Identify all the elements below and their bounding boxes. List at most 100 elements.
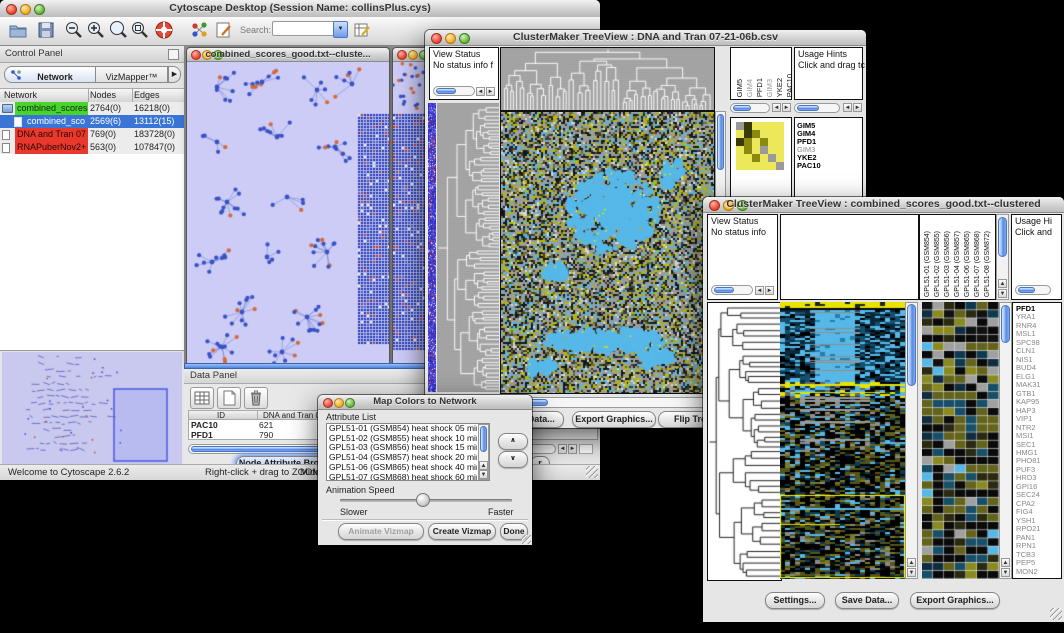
- column-label[interactable]: GPL51-08 (GSM872): [983, 231, 992, 297]
- network-canvas[interactable]: [187, 62, 389, 363]
- scrollbar-thumb[interactable]: [480, 426, 487, 452]
- export-graphics-button[interactable]: Export Graphics...: [572, 411, 656, 428]
- heatmap-hscrollbar[interactable]: [501, 397, 713, 408]
- scrollbar-thumb[interactable]: [998, 217, 1007, 257]
- scroll-left-button[interactable]: ◄: [476, 87, 485, 96]
- network-row[interactable]: RNAPuberNov2+563(0)107847(0): [0, 141, 184, 154]
- scroll-left-button[interactable]: ◄: [843, 103, 852, 112]
- scroll-right-button[interactable]: ►: [568, 444, 577, 454]
- search-input[interactable]: [272, 21, 336, 36]
- scroll-up-button[interactable]: ▲: [1001, 558, 1010, 567]
- column-label[interactable]: GPL51-02 (GSM855): [933, 231, 942, 297]
- zoom-vscrollbar[interactable]: ▲ ▼: [999, 302, 1012, 579]
- scroll-down-button[interactable]: ▼: [907, 568, 916, 577]
- gene-label[interactable]: PAC10: [797, 162, 821, 170]
- network-row[interactable]: combined_scores2764(0)16218(0): [0, 102, 184, 115]
- column-label[interactable]: YKE2: [775, 78, 784, 97]
- search-dropdown-button[interactable]: ▼: [333, 21, 348, 38]
- column-label[interactable]: GPL51-01 (GSM854): [923, 231, 932, 297]
- resize-grip[interactable]: [586, 466, 598, 478]
- annotation-icon[interactable]: [214, 20, 234, 40]
- tab-vizmapper[interactable]: VizMapper™: [96, 66, 168, 83]
- network-overview-panel[interactable]: [2, 352, 182, 465]
- column-label[interactable]: GPL51-07 (GSM868): [973, 231, 982, 297]
- column-label[interactable]: GIM4: [745, 79, 754, 97]
- column-label[interactable]: PFD1: [755, 78, 764, 97]
- column-header-network[interactable]: Network: [4, 89, 37, 102]
- gene-labels-panel[interactable]: PFD1YRA1RNR4MSL1SPC98CLN1NIS1BUD4ELG1MAK…: [1012, 302, 1062, 579]
- attribute-item[interactable]: GPL51-04 (GSM857) heat shock 20 min: [327, 453, 477, 463]
- scroll-down-button[interactable]: ▼: [998, 289, 1007, 298]
- save-icon[interactable]: [36, 20, 56, 40]
- dialog-titlebar[interactable]: Map Colors to Network: [318, 395, 532, 410]
- main-titlebar[interactable]: Cytoscape Desktop (Session Name: collins…: [0, 0, 600, 18]
- settings-button[interactable]: Settings...: [765, 592, 825, 609]
- zoom-fit-icon[interactable]: [130, 20, 150, 40]
- treeview-resize-grip[interactable]: [1050, 608, 1062, 620]
- heatmap-vscrollbar[interactable]: ▲ ▼: [905, 302, 918, 579]
- view-status-scrollbar[interactable]: [711, 285, 753, 295]
- column-labels-panel[interactable]: GIM5GIM4PFD1GIM3YKE2PAC10: [730, 47, 792, 100]
- column-header-nodes[interactable]: Nodes: [90, 89, 116, 102]
- scrollbar-thumb[interactable]: [797, 105, 819, 111]
- column-label[interactable]: GIM3: [765, 79, 774, 97]
- attribute-item[interactable]: GPL51-01 (GSM854) heat shock 05 min: [327, 424, 477, 434]
- gene-label[interactable]: RPO21: [1016, 525, 1041, 533]
- network-row[interactable]: combined_sco2569(6)13112(15): [0, 115, 184, 128]
- open-folder-icon[interactable]: [8, 20, 28, 40]
- scrollbar-thumb[interactable]: [714, 287, 734, 293]
- scroll-down-button[interactable]: ▼: [479, 470, 488, 479]
- float-panel-icon[interactable]: [168, 49, 179, 60]
- tab-overflow-button[interactable]: ▶: [168, 66, 181, 83]
- column-dendrogram[interactable]: [500, 47, 715, 111]
- attribute-item[interactable]: GPL51-07 (GSM868) heat shock 60 min: [327, 473, 477, 481]
- scroll-down-button[interactable]: ▼: [1001, 568, 1010, 577]
- gene-label[interactable]: PEP5: [1016, 559, 1041, 567]
- scroll-up-button[interactable]: ▲: [998, 279, 1007, 288]
- zoom-out-icon[interactable]: [64, 20, 84, 40]
- scroll-left-button[interactable]: ◄: [558, 444, 567, 454]
- column-label[interactable]: PAC10: [785, 74, 794, 97]
- gene-label[interactable]: KAP95: [1016, 398, 1041, 406]
- row-dendrogram[interactable]: [707, 302, 782, 581]
- attribute-item[interactable]: GPL51-06 (GSM865) heat shock 40 min: [327, 463, 477, 473]
- scroll-right-button[interactable]: ►: [765, 286, 774, 295]
- close-button[interactable]: [397, 50, 407, 60]
- view-status-scrollbar[interactable]: [433, 86, 475, 96]
- network-view-titlebar[interactable]: combined_scores_good.txt--cluste...: [187, 48, 389, 62]
- usage-hints-scrollbar[interactable]: [1015, 285, 1051, 295]
- move-up-button[interactable]: ∧: [498, 433, 528, 450]
- scroll-right-button[interactable]: ►: [853, 103, 862, 112]
- column-label[interactable]: GPL51-06 (GSM865): [963, 231, 972, 297]
- dialog-resize-grip[interactable]: [522, 535, 531, 544]
- column-label[interactable]: GPL51-03 (GSM856): [943, 231, 952, 297]
- scroll-up-button[interactable]: ▲: [479, 461, 488, 470]
- gene-label[interactable]: MSI1: [1016, 432, 1041, 440]
- attribute-editor-icon[interactable]: [352, 20, 372, 40]
- treeview-combined-titlebar[interactable]: ClusterMaker TreeView : combined_scores_…: [703, 197, 1064, 213]
- scrollbar-thumb[interactable]: [1018, 287, 1035, 293]
- column-labels-scrollbar[interactable]: [730, 103, 770, 113]
- zoom-in-icon[interactable]: [86, 20, 106, 40]
- zoom-selected-icon[interactable]: [108, 20, 128, 40]
- scrollbar-thumb[interactable]: [717, 114, 724, 170]
- gene-label[interactable]: VIP1: [1016, 415, 1041, 423]
- scrollbar-thumb[interactable]: [436, 88, 456, 94]
- column-dendrogram-panel[interactable]: [780, 214, 919, 300]
- gene-label[interactable]: MON2: [1016, 568, 1041, 576]
- delete-attribute-button[interactable]: [244, 387, 268, 409]
- export-graphics-button[interactable]: Export Graphics...: [910, 592, 1000, 609]
- minimize-button[interactable]: [408, 50, 418, 60]
- gene-label[interactable]: RPN1: [1016, 542, 1041, 550]
- treeview-dna-titlebar[interactable]: ClusterMaker TreeView : DNA and Tran 07-…: [425, 30, 866, 46]
- heatmap-canvas[interactable]: [780, 302, 905, 579]
- attribute-item[interactable]: GPL51-02 (GSM855) heat shock 10 min: [327, 434, 477, 444]
- column-label[interactable]: GIM5: [735, 79, 744, 97]
- attribute-list-scrollbar[interactable]: ▲ ▼: [478, 424, 489, 480]
- scroll-left-button[interactable]: ◄: [772, 103, 781, 112]
- row-dendrogram[interactable]: [437, 103, 499, 392]
- tab-network[interactable]: Network: [4, 66, 96, 83]
- column-labels-vscrollbar[interactable]: ▲ ▼: [996, 214, 1009, 300]
- scrollbar-thumb[interactable]: [1001, 305, 1010, 343]
- attribute-list[interactable]: GPL51-01 (GSM854) heat shock 05 minGPL51…: [326, 423, 490, 481]
